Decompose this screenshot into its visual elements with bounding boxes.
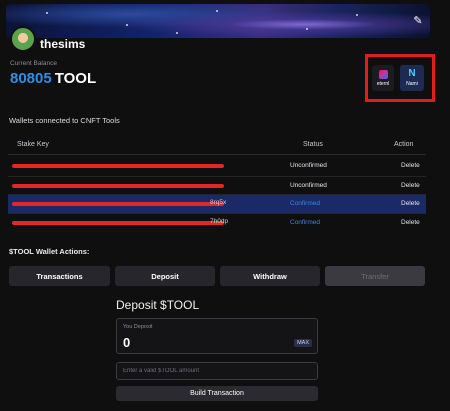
wallet-label-eternl: eternl [376, 80, 390, 87]
stake-key-tail: 8rq5x [210, 199, 227, 206]
wallet-actions-title: $TOOL Wallet Actions: [9, 247, 90, 256]
transfer-button[interactable]: Transfer [325, 266, 425, 286]
redaction-mark [12, 202, 224, 206]
header-stake-key: Stake Key [17, 141, 49, 148]
redaction-mark [12, 184, 224, 188]
row-status: Confirmed [290, 200, 320, 207]
stake-key: 8rq5x [12, 199, 227, 206]
edit-pencil-icon[interactable]: ✎ [412, 15, 424, 27]
header-status: Status [303, 141, 323, 148]
deposit-title: Deposit $TOOL [116, 298, 200, 312]
row-status: Unconfirmed [290, 162, 327, 169]
table-row[interactable]: Unconfirmed Delete [8, 157, 426, 175]
transactions-button[interactable]: Transactions [9, 266, 110, 286]
nami-wallet-icon: N [408, 68, 416, 79]
redaction-mark [12, 164, 224, 168]
deposit-button[interactable]: Deposit [115, 266, 215, 286]
wallet-label-nami: Nami [406, 81, 418, 87]
table-header: Stake Key Status Action [8, 138, 426, 152]
wallets-section-title: Wallets connected to CNFT Tools [9, 116, 120, 125]
table-row[interactable]: Unconfirmed Delete [8, 177, 426, 195]
redaction-mark [12, 221, 224, 225]
stake-key-tail: 7h0dp [210, 218, 229, 225]
withdraw-button[interactable]: Withdraw [220, 266, 320, 286]
build-transaction-button[interactable]: Build Transaction [116, 386, 318, 401]
balance-label: Current Balance [10, 60, 57, 67]
you-deposit-label: You Deposit [123, 324, 153, 330]
deposit-amount-value: 0 [123, 335, 131, 350]
wallet-button-eternl[interactable]: eternl [372, 65, 394, 91]
delete-button[interactable]: Delete [401, 182, 420, 189]
table-row[interactable]: 7h0dp Confirmed Delete [8, 214, 426, 232]
balance-value: 80805 [10, 70, 52, 87]
deposit-amount-box: You Deposit 0 MAX [116, 318, 318, 354]
table-row[interactable]: 8rq5x Confirmed Delete [8, 195, 426, 213]
stake-key: 7h0dp [12, 218, 228, 225]
username: thesims [40, 37, 86, 51]
header-divider [8, 154, 426, 155]
max-button[interactable]: MAX [294, 339, 312, 347]
delete-button[interactable]: Delete [401, 219, 420, 226]
tool-amount-input[interactable] [116, 362, 318, 380]
wallet-button-nami[interactable]: N Nami [400, 65, 424, 91]
balance-unit: TOOL [54, 70, 97, 87]
stake-key [12, 163, 224, 168]
balance: 80805 TOOL [10, 70, 96, 87]
stake-key [12, 183, 224, 188]
row-status: Unconfirmed [290, 182, 327, 189]
eternl-wallet-icon [378, 69, 388, 79]
avatar [10, 26, 36, 52]
header-action: Action [394, 141, 414, 148]
delete-button[interactable]: Delete [401, 200, 420, 207]
profile-banner: ✎ [6, 4, 430, 38]
row-status: Confirmed [290, 219, 320, 226]
delete-button[interactable]: Delete [401, 162, 420, 169]
